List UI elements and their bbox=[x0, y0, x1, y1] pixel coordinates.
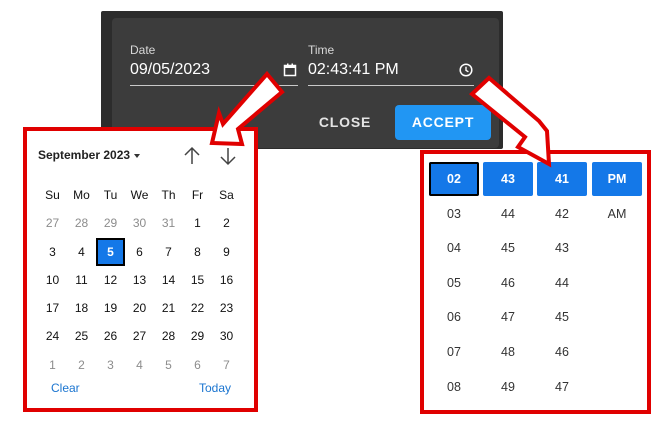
annotation-arrows bbox=[209, 70, 552, 168]
annotation-arrow-to-calendar bbox=[209, 70, 285, 147]
annotation-arrow-to-time bbox=[468, 75, 552, 168]
